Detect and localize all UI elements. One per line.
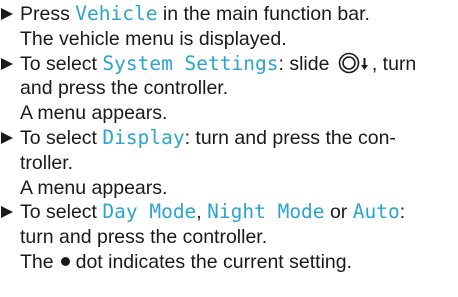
keyword-night-mode: Night Mode [207,200,325,224]
filled-dot-icon [60,256,70,266]
step-4-line-1: To select Day Mode, Night Mode or Auto: [20,200,458,225]
step-4-result-prefix: The [20,250,54,273]
separator: or [324,201,353,224]
step-2-text-suffix: , turn [371,52,417,75]
step-4-line-2: turn and press the controller. [20,226,268,249]
step-1: Press Vehicle in the main function bar. … [0,2,458,52]
step-3-text-suffix: : turn and press the con- [184,126,396,149]
step-4-result: The dot indicates the current setting. [20,250,458,275]
step-3-text: To select [20,126,103,149]
step-3-line-2: troller. [20,151,74,174]
step-4-result-suffix: dot indicates the current setting. [75,250,353,273]
step-3: To select Display: turn and press the co… [0,126,458,200]
instruction-page: Press Vehicle in the main function bar. … [0,2,458,275]
step-4: To select Day Mode, Night Mode or Auto: … [0,200,458,274]
step-1-text-suffix: in the main function bar. [157,3,370,25]
step-4-text-suffix: : [399,201,406,224]
bullet-triangle-icon [1,206,13,219]
step-2: To select System Settings: slide , turn … [0,52,458,126]
arrow-down-icon [360,57,368,71]
step-2-text-mid: : slide [278,52,335,75]
step-2-result: A menu appears. [20,102,168,125]
controller-knob-icon [338,52,360,74]
step-4-text: To select [20,201,103,224]
keyword-vehicle: Vehicle [75,2,158,25]
step-3-line-1: To select Display: turn and press the co… [20,126,458,151]
step-2-text: To select [20,52,103,75]
keyword-display: Display [102,125,185,149]
bullet-triangle-icon [1,8,13,20]
step-3-result: A menu appears. [20,176,168,199]
bullet-triangle-icon [1,57,13,70]
separator: , [196,201,208,224]
step-1-line-1: Press Vehicle in the main function bar. [20,2,458,27]
step-2-line-1: To select System Settings: slide , turn [20,52,458,77]
step-1-text: Press [20,3,76,25]
bullet-triangle-icon [1,131,13,144]
step-1-result: The vehicle menu is displayed. [20,27,287,50]
keyword-auto: Auto [352,200,400,224]
keyword-day-mode: Day Mode [102,200,197,224]
step-2-line-2: and press the controller. [20,77,229,100]
keyword-system-settings: System Settings [102,51,279,75]
